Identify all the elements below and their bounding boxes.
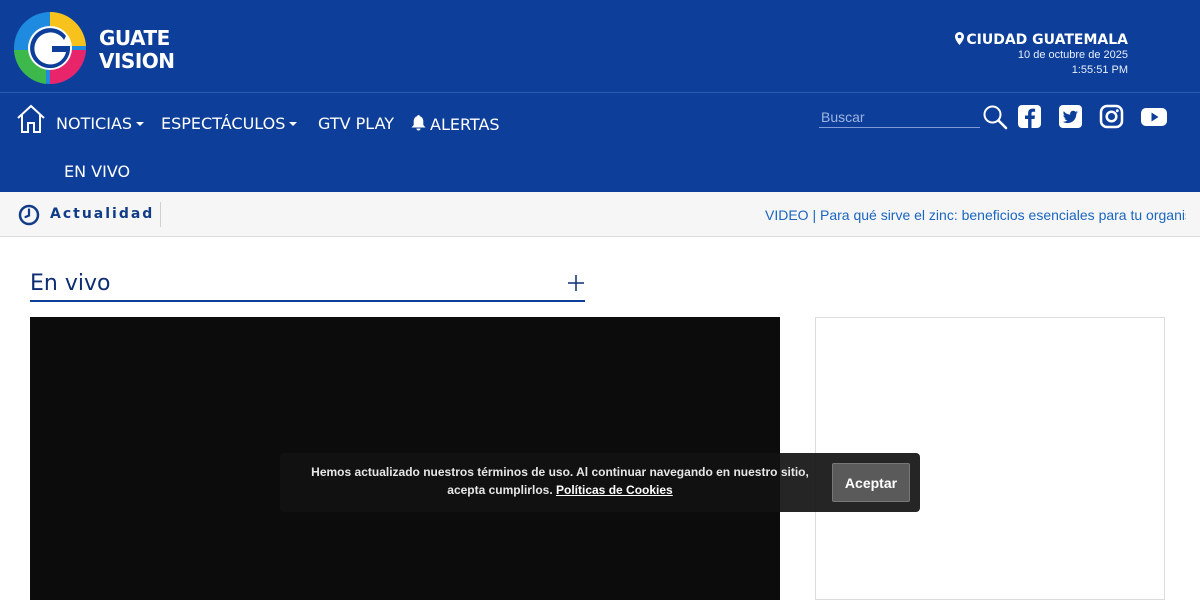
bell-icon (411, 115, 426, 131)
ticker-label: Actualidad (50, 206, 155, 222)
nav-item-noticias[interactable]: NOTICIAS (56, 114, 145, 133)
section-divider (30, 300, 585, 302)
youtube-icon[interactable] (1140, 104, 1168, 130)
nav-gtvplay-label: GTV PLAY (318, 114, 395, 133)
cookie-policy-link[interactable]: Políticas de Cookies (556, 483, 673, 497)
nav-espectaculos-label: ESPECTÁCULOS (161, 114, 286, 133)
guatevision-logo[interactable]: GUATE VISION (14, 10, 179, 86)
ticker-headline-link[interactable]: VIDEO | Para qué sirve el zinc: benefici… (765, 207, 1186, 223)
search-icon[interactable] (982, 104, 1008, 130)
logo-wordmark: GUATE VISION (99, 27, 175, 73)
nav-noticias-label: NOTICIAS (56, 114, 133, 133)
location-widget: CIUDAD GUATEMALA 10 de octubre de 2025 1… (955, 32, 1128, 78)
ticker-divider (160, 202, 161, 227)
chevron-down-icon (136, 122, 145, 126)
cookie-banner: Hemos actualizado nuestros términos de u… (280, 453, 920, 512)
logo-mark-icon (14, 11, 86, 85)
accept-cookies-button[interactable]: Aceptar (832, 463, 910, 502)
clock-icon (18, 204, 40, 226)
current-date: 10 de octubre de 2025 (1017, 49, 1128, 61)
nav-item-gtv-play[interactable]: GTV PLAY (318, 115, 394, 133)
chevron-down-icon (289, 122, 298, 126)
logo-line-1: GUATE (99, 26, 170, 50)
instagram-icon[interactable] (1099, 104, 1125, 130)
section-title: En vivo (30, 271, 111, 296)
nav-alertas-label: ALERTAS (430, 115, 500, 134)
news-ticker: Actualidad VIDEO | Para qué sirve el zin… (0, 192, 1200, 237)
facebook-icon[interactable] (1017, 104, 1043, 130)
home-icon[interactable] (16, 104, 46, 134)
map-pin-icon (955, 32, 965, 45)
twitter-icon[interactable] (1058, 104, 1084, 130)
site-header: GUATE VISION CIUDAD GUATEMALA 10 de octu… (0, 0, 1200, 192)
cookie-message: Hemos actualizado nuestros términos de u… (300, 463, 820, 499)
nav-item-espectaculos[interactable]: ESPECTÁCULOS (161, 114, 298, 133)
header-top-bar: GUATE VISION CIUDAD GUATEMALA 10 de octu… (0, 0, 1200, 93)
nav-item-alertas[interactable]: ALERTAS (411, 115, 500, 134)
plus-icon[interactable] (566, 273, 586, 293)
main-nav: NOTICIAS ESPECTÁCULOS GTV PLAY ALERTAS E… (0, 94, 1200, 192)
city-name: CIUDAD GUATEMALA (966, 32, 1128, 48)
location-city: CIUDAD GUATEMALA (955, 32, 1128, 48)
search-input[interactable] (819, 106, 980, 128)
current-time: 1:55:51 PM (1071, 64, 1128, 76)
logo-line-2: VISION (99, 49, 175, 73)
nav-envivo-label: EN VIVO (64, 162, 131, 181)
nav-item-en-vivo[interactable]: EN VIVO (64, 163, 130, 181)
